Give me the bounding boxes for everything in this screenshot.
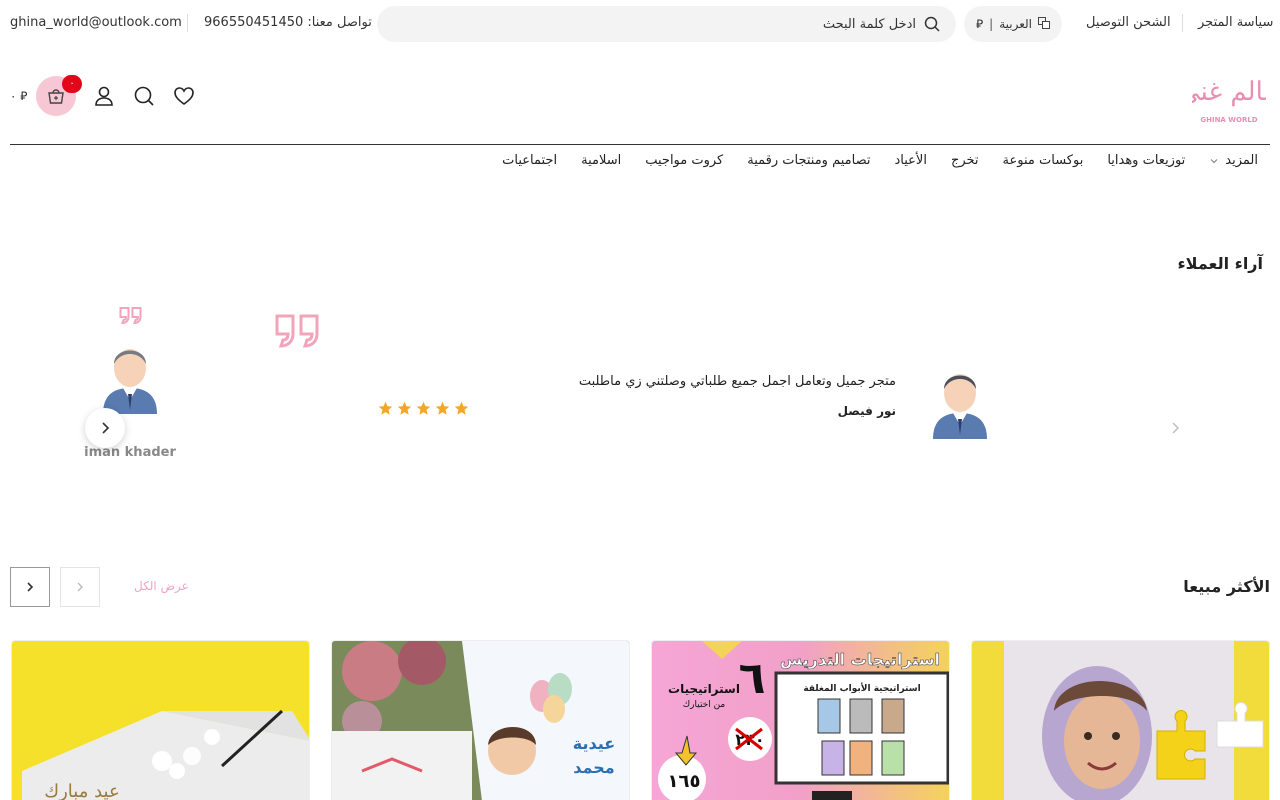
card-number-sub: من اختيارك	[683, 700, 726, 710]
chevron-down-icon	[1210, 158, 1218, 163]
product-image: عيد مبارك	[12, 641, 309, 800]
language-label: العربية	[999, 17, 1032, 31]
header-divider	[10, 144, 1270, 145]
cart-count-badge: ٠	[62, 75, 82, 93]
search-input[interactable]	[416, 14, 916, 34]
divider	[1182, 14, 1183, 32]
nav-item-graduation[interactable]: تخرج	[951, 153, 979, 168]
nav-item-cards[interactable]: كروت مواجيب	[645, 153, 723, 168]
slider-next-button[interactable]	[10, 567, 50, 607]
search-icon[interactable]	[924, 16, 940, 36]
card-number-label: استراتيجيات	[668, 682, 740, 696]
product-image: استراتيجات التدريس استراتيجية الأبواب ال…	[652, 641, 949, 800]
star-icon	[416, 401, 431, 415]
nav-item-gifts[interactable]: توزيعات وهدايا	[1107, 153, 1185, 168]
email-link[interactable]: ghina_world@outlook.com	[10, 15, 182, 30]
chevron-right-icon[interactable]	[1168, 420, 1182, 436]
product-image	[972, 641, 1269, 800]
card-label: محمد	[573, 758, 614, 777]
search-icon[interactable]	[132, 84, 156, 108]
reviewer-avatar	[97, 338, 163, 418]
chevron-right-icon	[77, 582, 83, 592]
reviewer-avatar	[927, 363, 993, 443]
card-label: عيدية	[573, 734, 615, 753]
product-card[interactable]: عيد مبارك	[11, 640, 310, 800]
store-policy-link[interactable]: سياسة المتجر	[1198, 15, 1273, 30]
quote-icon	[271, 314, 321, 354]
card-sub: استراتيجية الأبواب المغلقة	[803, 682, 920, 694]
product-image: عيدية محمد	[332, 641, 629, 800]
nav-item-social[interactable]: اجتماعيات	[502, 153, 557, 168]
slider-prev-button[interactable]	[60, 567, 100, 607]
star-icon	[435, 401, 450, 415]
product-card[interactable]	[971, 640, 1270, 800]
reviews-title: آراء العملاء	[1177, 254, 1263, 273]
logo-subtext: GHINA WORLD	[1200, 116, 1257, 124]
heart-icon[interactable]	[172, 84, 196, 108]
nav-item-islamic[interactable]: اسلامية	[581, 153, 621, 168]
top-bar: ghina_world@outlook.com تواصل معنا: 9665…	[0, 0, 1280, 46]
star-icon	[454, 401, 469, 415]
nav-item-more[interactable]: المزيد	[1209, 153, 1258, 168]
quote-icon	[117, 307, 143, 329]
rating-stars	[378, 401, 469, 416]
divider	[187, 14, 188, 32]
card-headline: استراتيجات التدريس	[780, 650, 940, 669]
view-all-link[interactable]: عرض الكل	[134, 579, 189, 593]
bestsellers-title: الأكثر مبيعا	[1183, 577, 1270, 596]
logo-text: عالم غنى	[1192, 77, 1266, 107]
card-label: عيد مبارك	[44, 781, 119, 800]
language-currency-switcher[interactable]: العربية | ⃁	[964, 6, 1062, 42]
translate-icon	[1038, 16, 1050, 32]
reviewer-name: نور فيصل	[837, 404, 896, 418]
shipping-link[interactable]: الشحن التوصيل	[1086, 15, 1171, 30]
star-icon	[378, 401, 393, 415]
product-card[interactable]: عيدية محمد	[331, 640, 630, 800]
store-logo[interactable]: عالم غنى GHINA WORLD	[1179, 66, 1279, 126]
reviewer-name: iman khader	[84, 445, 176, 460]
main-nav: اجتماعيات اسلامية كروت مواجيب تصاميم ومن…	[502, 153, 1258, 168]
card-new-price: ١٦٥	[668, 771, 701, 792]
nav-item-holidays[interactable]: الأعياد	[894, 153, 926, 168]
user-icon[interactable]	[92, 84, 116, 108]
chevron-right-icon	[27, 582, 34, 592]
carousel-next-button[interactable]	[85, 408, 125, 448]
nav-item-digital[interactable]: تصاميم ومنتجات رقمية	[747, 153, 870, 168]
cart-total: ٠ ⃁	[10, 89, 28, 103]
search-bar[interactable]	[377, 6, 956, 42]
product-card[interactable]: استراتيجات التدريس استراتيجية الأبواب ال…	[651, 640, 950, 800]
card-number: ٦	[739, 653, 766, 704]
chevron-right-icon	[102, 422, 110, 434]
review-text: متجر جميل وتعامل اجمل جميع طلباتي وصلتني…	[578, 374, 896, 389]
contact-phone[interactable]: تواصل معنا: 966550451450	[204, 15, 372, 30]
star-icon	[397, 401, 412, 415]
nav-more-label: المزيد	[1225, 153, 1258, 168]
nav-item-boxes[interactable]: بوكسات منوعة	[1003, 153, 1084, 168]
currency-symbol: ⃁	[976, 16, 984, 31]
divider: |	[989, 17, 994, 31]
